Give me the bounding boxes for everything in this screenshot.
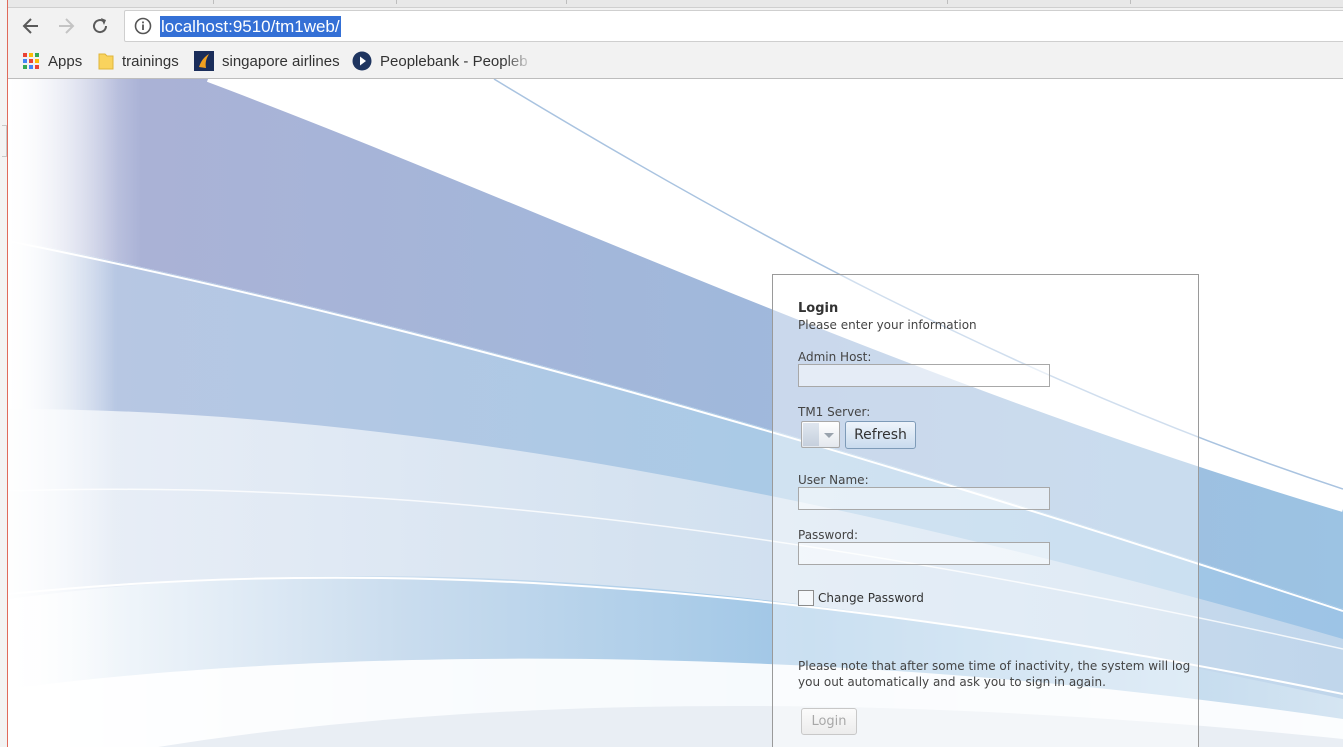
reload-button[interactable] <box>85 12 115 40</box>
folder-icon <box>98 53 114 70</box>
tab[interactable] <box>947 0 1131 4</box>
address-url[interactable]: localhost:9510/tm1web/ <box>160 16 341 37</box>
browser-toolbar: localhost:9510/tm1web/ <box>8 8 1343 44</box>
peoplebank-play-icon <box>352 51 372 71</box>
tab[interactable] <box>8 0 214 4</box>
password-label: Password: <box>798 528 859 542</box>
tm1-server-label: TM1 Server: <box>798 405 871 419</box>
browser-window: localhost:9510/tm1web/ Apps trainings si… <box>0 0 1343 747</box>
apps-grid-icon <box>23 53 39 69</box>
bookmark-trainings[interactable]: trainings <box>98 51 179 71</box>
tab[interactable] <box>213 0 397 4</box>
back-button[interactable] <box>16 12 46 40</box>
change-password-checkbox[interactable] <box>798 590 814 606</box>
inactivity-notice: Please note that after some time of inac… <box>798 659 1191 689</box>
address-bar[interactable]: localhost:9510/tm1web/ <box>124 10 1343 42</box>
change-password-label: Change Password <box>818 591 924 605</box>
password-input[interactable] <box>798 542 1050 565</box>
username-input[interactable] <box>798 487 1050 510</box>
forward-button[interactable] <box>51 12 81 40</box>
tab[interactable] <box>764 0 948 4</box>
login-panel: Login Please enter your information Admi… <box>772 274 1199 747</box>
bookmark-peoplebank[interactable]: Peoplebank - Peopleb <box>352 51 528 71</box>
bookmarks-bar: Apps trainings singapore airlines People… <box>8 44 1343 79</box>
arrow-left-icon <box>22 18 38 34</box>
admin-host-input[interactable] <box>798 364 1050 387</box>
singapore-airlines-logo-icon <box>194 51 214 71</box>
background-window-edge <box>0 0 8 747</box>
tab[interactable] <box>396 0 567 4</box>
reload-icon <box>93 18 108 34</box>
refresh-button[interactable]: Refresh <box>845 421 916 449</box>
chevron-down-icon <box>824 433 834 438</box>
username-label: User Name: <box>798 473 869 487</box>
tab-strip <box>8 0 1343 8</box>
change-password-option[interactable]: Change Password <box>798 590 924 606</box>
bookmark-singapore-airlines[interactable]: singapore airlines <box>194 51 340 71</box>
bookmark-label: Apps <box>48 52 83 70</box>
bookmark-label: trainings <box>122 52 179 70</box>
info-icon[interactable] <box>134 17 152 35</box>
tm1-server-select[interactable] <box>801 421 840 448</box>
login-title: Login <box>798 301 839 316</box>
bookmark-label: singapore airlines <box>222 52 340 70</box>
admin-host-label: Admin Host: <box>798 350 872 364</box>
arrow-right-icon <box>59 18 75 34</box>
bookmark-apps[interactable]: Apps <box>22 51 82 71</box>
login-subtitle: Please enter your information <box>798 318 977 332</box>
login-button[interactable]: Login <box>801 708 857 735</box>
